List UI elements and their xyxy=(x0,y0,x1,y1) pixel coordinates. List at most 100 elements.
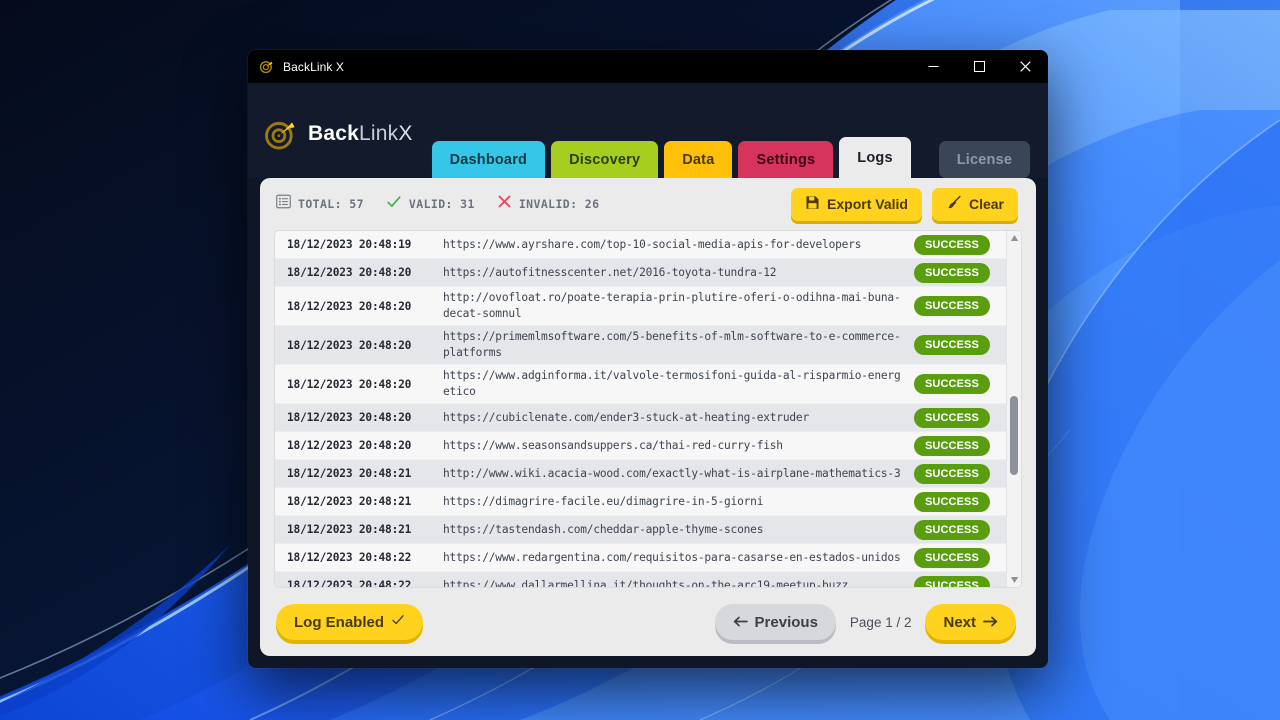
status-badge: SUCCESS xyxy=(914,492,990,512)
log-status-cell: SUCCESS xyxy=(914,464,1006,484)
status-badge: SUCCESS xyxy=(914,263,990,283)
tab-data-label: Data xyxy=(682,152,714,168)
log-status-cell: SUCCESS xyxy=(914,408,1006,428)
table-row[interactable]: 18/12/2023 20:48:20http://ovofloat.ro/po… xyxy=(275,287,1006,326)
next-page-button[interactable]: Next xyxy=(925,604,1016,640)
log-status-cell: SUCCESS xyxy=(914,492,1006,512)
log-timestamp: 18/12/2023 20:48:21 xyxy=(275,495,443,508)
status-badge: SUCCESS xyxy=(914,335,990,355)
status-badge: SUCCESS xyxy=(914,408,990,428)
log-url: https://autofitnesscenter.net/2016-toyot… xyxy=(443,265,914,281)
stat-invalid-label: INVALID: 26 xyxy=(519,197,600,211)
log-timestamp: 18/12/2023 20:48:20 xyxy=(275,439,443,452)
tab-discovery-label: Discovery xyxy=(569,152,640,168)
tab-data[interactable]: Data xyxy=(664,141,732,178)
log-enabled-toggle[interactable]: Log Enabled xyxy=(276,604,423,640)
scroll-down-arrow-icon[interactable] xyxy=(1007,573,1021,587)
tab-license-label: License xyxy=(957,152,1012,168)
minimize-button[interactable] xyxy=(910,50,956,83)
log-enabled-label: Log Enabled xyxy=(294,614,384,631)
table-row[interactable]: 18/12/2023 20:48:20https://www.adginform… xyxy=(275,365,1006,404)
table-row[interactable]: 18/12/2023 20:48:20https://www.seasonsan… xyxy=(275,432,1006,460)
log-url: https://primemlmsoftware.com/5-benefits-… xyxy=(443,329,914,361)
brand-title: BackLinkX xyxy=(308,122,413,146)
previous-page-button[interactable]: Previous xyxy=(715,604,836,640)
arrow-left-icon xyxy=(733,614,748,631)
log-timestamp: 18/12/2023 20:48:22 xyxy=(275,551,443,564)
tab-dashboard-label: Dashboard xyxy=(450,152,528,168)
export-valid-button[interactable]: Export Valid xyxy=(791,188,922,221)
tab-discovery[interactable]: Discovery xyxy=(551,141,658,178)
arrow-right-icon xyxy=(983,614,998,631)
close-button[interactable] xyxy=(1002,50,1048,83)
app-window: BackLink X xyxy=(248,50,1048,668)
table-row[interactable]: 18/12/2023 20:48:21https://dimagrire-fac… xyxy=(275,488,1006,516)
log-status-cell: SUCCESS xyxy=(914,520,1006,540)
app-icon xyxy=(258,59,274,75)
status-badge: SUCCESS xyxy=(914,296,990,316)
clear-button[interactable]: Clear xyxy=(932,188,1018,221)
table-row[interactable]: 18/12/2023 20:48:22https://www.dallarmel… xyxy=(275,572,1006,587)
app-header: BackLinkX Dashboard Discovery Data Setti… xyxy=(248,83,1048,178)
log-timestamp: 18/12/2023 20:48:21 xyxy=(275,467,443,480)
status-badge: SUCCESS xyxy=(914,464,990,484)
log-timestamp: 18/12/2023 20:48:20 xyxy=(275,266,443,279)
check-icon xyxy=(386,194,402,215)
log-status-cell: SUCCESS xyxy=(914,374,1006,394)
log-status-cell: SUCCESS xyxy=(914,548,1006,568)
tab-dashboard[interactable]: Dashboard xyxy=(432,141,546,178)
next-page-label: Next xyxy=(943,614,976,631)
table-row[interactable]: 18/12/2023 20:48:20https://autofitnessce… xyxy=(275,259,1006,287)
check-icon xyxy=(391,613,405,631)
log-url: https://www.seasonsandsuppers.ca/thai-re… xyxy=(443,438,914,454)
stat-valid-label: VALID: 31 xyxy=(409,197,475,211)
log-url: https://dimagrire-facile.eu/dimagrire-in… xyxy=(443,494,914,510)
status-badge: SUCCESS xyxy=(914,576,990,588)
window-titlebar[interactable]: BackLink X xyxy=(248,50,1048,83)
log-timestamp: 18/12/2023 20:48:19 xyxy=(275,238,443,251)
logs-panel: TOTAL: 57 VALID: 31 xyxy=(260,178,1036,656)
maximize-button[interactable] xyxy=(956,50,1002,83)
log-status-cell: SUCCESS xyxy=(914,296,1006,316)
tab-settings[interactable]: Settings xyxy=(738,141,833,178)
status-badge: SUCCESS xyxy=(914,436,990,456)
log-url: https://tastendash.com/cheddar-apple-thy… xyxy=(443,522,914,538)
table-row[interactable]: 18/12/2023 20:48:20https://cubiclenate.c… xyxy=(275,404,1006,432)
status-badge: SUCCESS xyxy=(914,235,990,255)
log-url: https://www.redargentina.com/requisitos-… xyxy=(443,550,914,566)
log-list-scrollbar[interactable] xyxy=(1006,231,1021,587)
log-status-cell: SUCCESS xyxy=(914,576,1006,588)
status-badge: SUCCESS xyxy=(914,374,990,394)
log-url: http://ovofloat.ro/poate-terapia-prin-pl… xyxy=(443,290,914,322)
clear-label: Clear xyxy=(969,196,1004,212)
log-timestamp: 18/12/2023 20:48:21 xyxy=(275,523,443,536)
tab-logs[interactable]: Logs xyxy=(839,137,910,178)
scroll-up-arrow-icon[interactable] xyxy=(1007,231,1021,245)
stat-invalid: INVALID: 26 xyxy=(497,194,600,214)
scrollbar-track[interactable] xyxy=(1007,245,1021,573)
window-title: BackLink X xyxy=(283,60,344,74)
table-row[interactable]: 18/12/2023 20:48:20https://primemlmsoftw… xyxy=(275,326,1006,365)
table-row[interactable]: 18/12/2023 20:48:22https://www.redargent… xyxy=(275,544,1006,572)
stat-total: TOTAL: 57 xyxy=(276,194,364,214)
previous-page-label: Previous xyxy=(755,614,818,631)
list-icon xyxy=(276,194,291,214)
page-info: Page 1 / 2 xyxy=(850,615,912,630)
table-row[interactable]: 18/12/2023 20:48:21https://tastendash.co… xyxy=(275,516,1006,544)
table-row[interactable]: 18/12/2023 20:48:19https://www.ayrshare.… xyxy=(275,231,1006,259)
stats-group: TOTAL: 57 VALID: 31 xyxy=(276,194,621,215)
brand-x: X xyxy=(398,122,412,145)
log-url: https://www.dallarmellina.it/thoughts-on… xyxy=(443,578,914,588)
table-row[interactable]: 18/12/2023 20:48:21http://www.wiki.acaci… xyxy=(275,460,1006,488)
brand: BackLinkX xyxy=(264,117,413,151)
log-status-cell: SUCCESS xyxy=(914,436,1006,456)
log-timestamp: 18/12/2023 20:48:20 xyxy=(275,300,443,313)
x-mark-icon xyxy=(497,194,512,214)
log-list[interactable]: 18/12/2023 20:48:19https://www.ayrshare.… xyxy=(275,231,1006,587)
log-url: https://cubiclenate.com/ender3-stuck-at-… xyxy=(443,410,914,426)
tab-license[interactable]: License xyxy=(939,141,1030,178)
log-timestamp: 18/12/2023 20:48:20 xyxy=(275,378,443,391)
scrollbar-thumb[interactable] xyxy=(1010,396,1018,475)
pagination: Previous Page 1 / 2 Next xyxy=(715,604,1016,640)
brand-light: Link xyxy=(359,122,398,145)
